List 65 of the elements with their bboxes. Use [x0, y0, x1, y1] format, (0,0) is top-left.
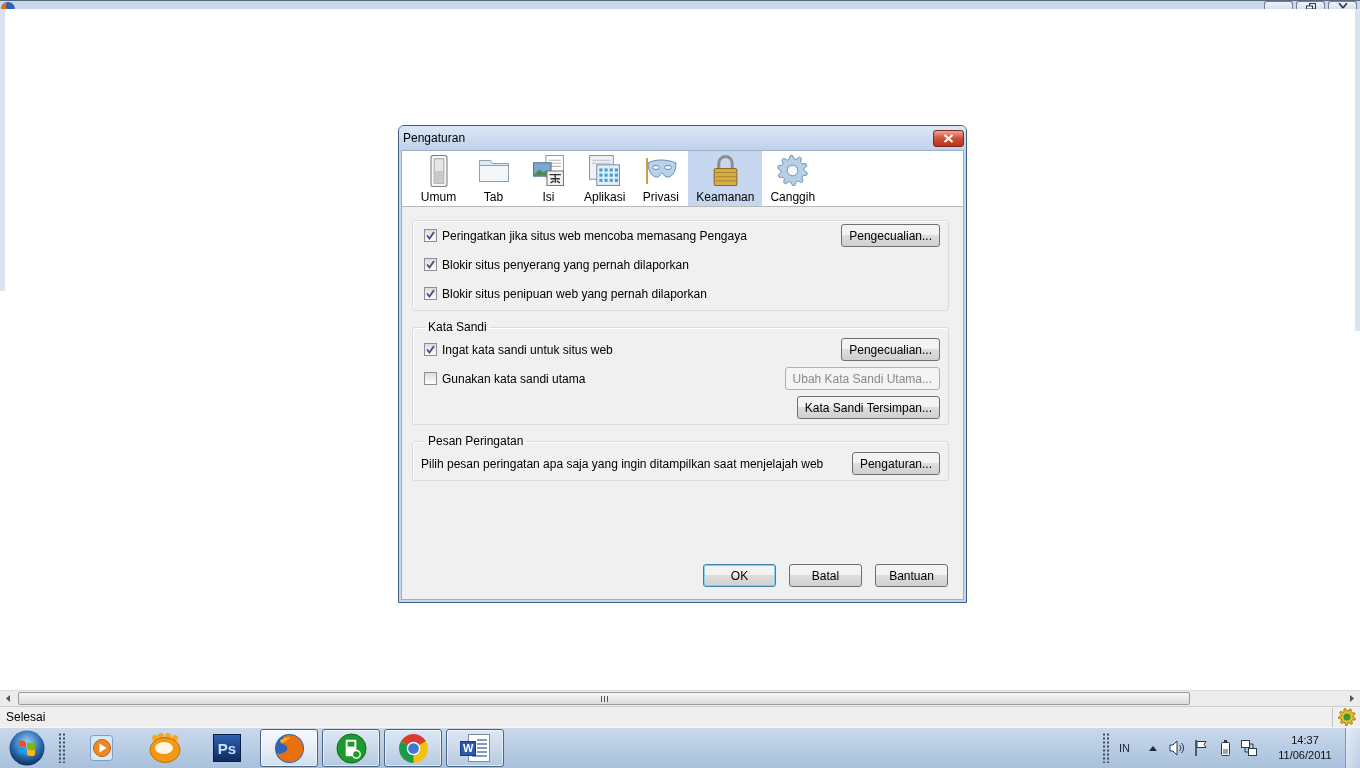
tab[interactable]: Umum — [411, 151, 466, 206]
taskbar-button[interactable] — [322, 729, 380, 767]
dialog-button[interactable]: Pengecualian... — [841, 224, 940, 247]
description-text: Pilih pesan peringatan apa saja yang ingin ditampilkan saat menjelajah web — [421, 456, 824, 471]
mask-icon — [644, 156, 677, 185]
tab[interactable]: Aplikasi — [576, 151, 634, 206]
tab[interactable]: Canggih — [762, 151, 824, 206]
calendar-window-icon — [589, 155, 621, 186]
checkbox-label: Blokir situs penyerang yang pernah dilaporkan — [442, 257, 689, 272]
triangle-up-icon[interactable] — [1149, 745, 1157, 751]
clock-date[interactable]: 11/06/2011 — [1278, 748, 1332, 763]
dialog-button[interactable]: Bantuan — [875, 564, 948, 587]
tab[interactable]: Privasi — [633, 151, 689, 206]
padlock-icon — [712, 155, 738, 186]
globe-icon — [1, 1, 15, 9]
gear-icon — [777, 155, 809, 186]
switch-icon — [429, 154, 448, 187]
scrollbar-thumb[interactable] — [18, 692, 1190, 705]
orb-icon — [9, 730, 45, 766]
tab[interactable]: Isi — [521, 151, 576, 206]
dialog-button[interactable]: OK — [703, 564, 776, 587]
checkbox[interactable] — [424, 229, 437, 242]
group-caption: Pesan Peringatan — [427, 434, 525, 449]
checkbox-label: Peringatkan jika situs web mencoba memasang Pengaya — [442, 228, 747, 243]
flag-icon[interactable] — [1195, 740, 1207, 756]
network-icon[interactable] — [1241, 740, 1257, 756]
grip-icon — [600, 695, 608, 702]
checkbox[interactable] — [424, 258, 437, 271]
checkbox[interactable] — [424, 287, 437, 300]
checkbox-label: Gunakan kata sandi utama — [442, 371, 586, 386]
tab[interactable]: Tab — [466, 151, 521, 206]
close-button[interactable] — [933, 129, 964, 147]
blob-icon — [149, 733, 181, 763]
taskbar-button[interactable]: Ps — [198, 729, 256, 767]
tab[interactable]: Keamanan — [688, 151, 763, 206]
clock-time[interactable]: 14:37 — [1291, 733, 1319, 748]
dialog-button[interactable]: Kata Sandi Tersimpan... — [796, 396, 940, 419]
dialog-button[interactable]: Batal — [789, 564, 862, 587]
play-icon — [90, 735, 116, 761]
language-indicator[interactable]: IN — [1119, 742, 1133, 754]
picture-document-icon — [533, 155, 564, 186]
close-icon — [1337, 3, 1348, 9]
folder-icon — [478, 158, 509, 183]
checkbox-label: Blokir situs penipuan web yang pernah dilaporkan — [442, 286, 707, 301]
dialog-title: Pengaturan — [403, 131, 466, 145]
checkbox[interactable] — [424, 372, 437, 385]
taskbar-button[interactable] — [384, 729, 442, 767]
minimize-button[interactable] — [1264, 1, 1293, 9]
checkbox[interactable] — [424, 343, 437, 356]
starburst-icon[interactable] — [1338, 708, 1356, 726]
status-text: Selesai — [5, 710, 46, 724]
dialog-button[interactable]: Pengecualian... — [841, 338, 940, 361]
grip-icon[interactable] — [1102, 733, 1110, 763]
circle-device-icon — [335, 732, 367, 764]
dialog-button[interactable]: Pengaturan... — [851, 452, 940, 475]
ring-icon — [397, 732, 429, 764]
group-caption: Kata Sandi — [427, 320, 488, 335]
taskbar-button[interactable]: W — [446, 729, 504, 767]
grip-icon[interactable] — [58, 733, 66, 763]
globe-icon — [273, 732, 305, 764]
battery-icon[interactable] — [1220, 740, 1230, 756]
speaker-icon[interactable] — [1169, 740, 1185, 756]
checkbox-label: Ingat kata sandi untuk situs web — [442, 342, 613, 357]
close-icon — [943, 133, 954, 143]
taskbar-button[interactable] — [260, 729, 318, 767]
